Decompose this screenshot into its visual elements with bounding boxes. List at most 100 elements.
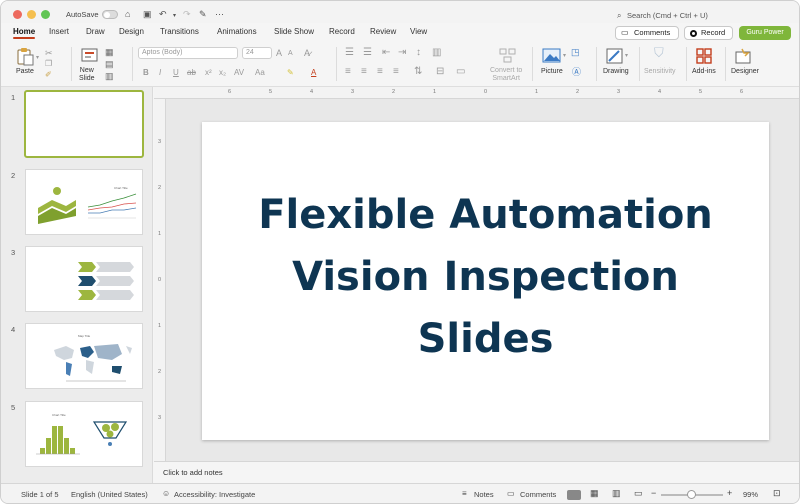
tab-insert[interactable]: Insert xyxy=(49,27,69,36)
ruler-number: 3 xyxy=(617,89,621,95)
align-text-icon[interactable]: ⊟ xyxy=(436,67,444,77)
format-painter-icon[interactable]: ✎ xyxy=(199,9,207,19)
font-name-field[interactable]: Aptos (Body) xyxy=(138,47,238,59)
zoom-in-icon[interactable]: + xyxy=(727,488,732,498)
maximize-window-button[interactable] xyxy=(41,10,50,19)
bold-icon[interactable]: B xyxy=(143,68,149,77)
textbox-insert-icon[interactable]: Ⓐ xyxy=(572,67,581,77)
tab-design[interactable]: Design xyxy=(119,27,144,36)
sensitivity-icon[interactable]: ⛉ xyxy=(654,46,664,59)
line-spacing-icon[interactable]: ↕ xyxy=(416,48,421,58)
picture-icon[interactable] xyxy=(541,47,563,65)
zoom-out-icon[interactable]: − xyxy=(651,488,656,498)
close-window-button[interactable] xyxy=(13,10,22,19)
slide-canvas[interactable]: Flexible Automation Vision Inspection Sl… xyxy=(202,122,769,440)
numbering-icon[interactable]: ☰ xyxy=(363,48,372,58)
copy-icon[interactable]: ❐ xyxy=(45,59,52,69)
thumbnail-slide-2[interactable]: Chart Title xyxy=(25,169,143,235)
thumbnail-slide-4[interactable]: Map Title xyxy=(25,323,143,389)
strikethrough-icon[interactable]: ab xyxy=(187,68,196,77)
thumbnail-slide-3[interactable] xyxy=(25,246,143,312)
increase-indent-icon[interactable]: ⇥ xyxy=(398,48,406,58)
underline-icon[interactable]: U xyxy=(173,68,179,77)
tab-review[interactable]: Review xyxy=(370,27,396,36)
change-case-icon[interactable]: Aa xyxy=(255,68,265,77)
new-slide-icon[interactable] xyxy=(80,47,100,65)
drawing-label: Drawing xyxy=(603,68,629,75)
format-painter-brush-icon[interactable]: ✐ xyxy=(45,70,52,80)
font-size-field[interactable]: 24 xyxy=(242,47,272,59)
accessibility-status[interactable]: Accessibility: Investigate xyxy=(174,490,255,499)
align-center-icon[interactable]: ≡ xyxy=(361,67,367,77)
zoom-slider-thumb[interactable] xyxy=(687,490,696,499)
slide-sorter-icon[interactable]: ▦ xyxy=(590,488,599,499)
thumbnail-slide-5[interactable]: Chart Title xyxy=(25,401,143,467)
text-direction-icon[interactable]: ⇅ xyxy=(414,67,422,77)
cut-icon[interactable]: ✂ xyxy=(45,48,53,58)
designer-label: Designer xyxy=(731,68,760,75)
thumbnail-slide-1[interactable] xyxy=(24,90,144,158)
smartart-icon[interactable] xyxy=(498,47,518,65)
notes-toggle[interactable]: Notes xyxy=(474,490,494,499)
reset-icon[interactable]: ▤ xyxy=(105,59,114,69)
decrease-indent-icon[interactable]: ⇤ xyxy=(382,48,390,58)
section-icon[interactable]: ▥ xyxy=(105,71,114,81)
autosave-toggle[interactable] xyxy=(102,10,118,19)
tab-transitions[interactable]: Transitions xyxy=(160,27,199,36)
character-spacing-icon[interactable]: AV xyxy=(234,68,244,77)
bullets-icon[interactable]: ☰ xyxy=(345,48,354,58)
tab-draw[interactable]: Draw xyxy=(86,27,105,36)
undo-dropdown-icon[interactable]: ▾ xyxy=(173,11,176,21)
picture-dropdown-icon[interactable]: ▾ xyxy=(563,51,566,61)
search-field[interactable]: Search (Cmd + Ctrl + U) xyxy=(627,11,708,20)
clear-format-icon[interactable]: A̷ xyxy=(304,48,310,58)
subscript-icon[interactable]: x₂ xyxy=(219,68,226,77)
tab-record[interactable]: Record xyxy=(329,27,355,36)
slide-title-line-2: Vision Inspection xyxy=(292,254,679,300)
redo-icon[interactable]: ↷ xyxy=(183,9,191,19)
record-button[interactable]: Record xyxy=(684,26,733,40)
slide-thumbnails-panel[interactable]: 1 2 Chart Title 3 4 Map Title 5 Chart Ti… xyxy=(1,87,153,483)
ribbon-toolbar: ▾ Paste ✂ ❐ ✐ New Slide ▦ ▤ ▥ Aptos (Body… xyxy=(1,43,799,87)
align-left-icon[interactable]: ≡ xyxy=(345,67,351,77)
font-color-icon[interactable]: A xyxy=(311,68,316,77)
slideshow-view-icon[interactable]: ▭ xyxy=(634,488,643,499)
justify-icon[interactable]: ≡ xyxy=(393,67,399,77)
text-box-icon[interactable]: ▭ xyxy=(456,67,465,77)
highlight-icon[interactable]: ✎ xyxy=(287,68,294,77)
comments-toggle[interactable]: Comments xyxy=(520,490,556,499)
tab-home[interactable]: Home xyxy=(13,27,36,39)
slide-title[interactable]: Flexible Automation Vision Inspection Sl… xyxy=(202,184,769,370)
language-status[interactable]: English (United States) xyxy=(71,490,148,499)
comments-button[interactable]: ▭ Comments xyxy=(615,26,679,40)
add-ins-icon[interactable] xyxy=(695,47,713,65)
increase-font-icon[interactable]: A xyxy=(276,48,282,58)
thumbnail-2-graphic: Chart Title xyxy=(38,186,137,224)
zoom-level[interactable]: 99% xyxy=(743,490,758,499)
designer-icon[interactable] xyxy=(734,47,754,65)
more-icon[interactable]: ⋯ xyxy=(215,9,224,19)
reading-view-icon[interactable]: ▥ xyxy=(612,488,621,499)
normal-view-icon[interactable] xyxy=(567,490,581,500)
save-icon[interactable]: ▣ xyxy=(143,9,152,19)
home-icon[interactable]: ⌂ xyxy=(125,9,130,19)
layout-icon[interactable]: ▦ xyxy=(105,47,114,57)
paste-icon[interactable] xyxy=(15,47,35,67)
align-right-icon[interactable]: ≡ xyxy=(377,67,383,77)
tab-view[interactable]: View xyxy=(410,27,427,36)
guru-power-button[interactable]: Guru Power xyxy=(739,26,791,40)
notes-pane[interactable]: Click to add notes xyxy=(154,461,799,483)
superscript-icon[interactable]: x² xyxy=(205,68,212,77)
tab-slide-show[interactable]: Slide Show xyxy=(274,27,314,36)
italic-icon[interactable]: I xyxy=(159,68,161,77)
minimize-window-button[interactable] xyxy=(27,10,36,19)
drawing-dropdown-icon[interactable]: ▾ xyxy=(625,51,628,61)
columns-icon[interactable]: ▥ xyxy=(432,48,441,58)
drawing-icon[interactable] xyxy=(605,47,625,65)
shapes-icon[interactable]: ◳ xyxy=(571,47,580,57)
fit-to-window-icon[interactable]: ⊡ xyxy=(773,488,781,499)
undo-icon[interactable]: ↶ xyxy=(159,9,167,19)
tab-animations[interactable]: Animations xyxy=(217,27,257,36)
decrease-font-icon[interactable]: A xyxy=(288,49,293,59)
paste-dropdown-icon[interactable]: ▾ xyxy=(36,53,39,63)
